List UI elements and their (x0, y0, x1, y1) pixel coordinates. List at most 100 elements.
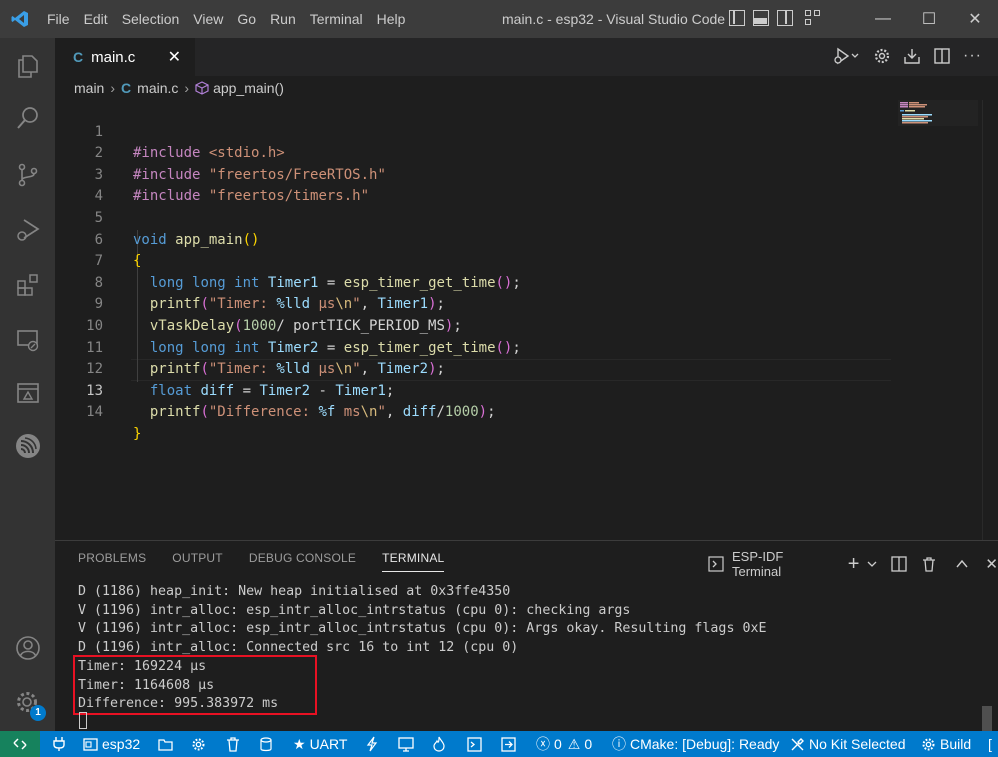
menu-selection[interactable]: Selection (115, 0, 187, 38)
code-line[interactable]: 4 (55, 165, 998, 204)
menu-help[interactable]: Help (370, 0, 413, 38)
flash-download-icon[interactable] (903, 47, 921, 65)
chevron-down-icon[interactable] (867, 559, 877, 569)
code-editor[interactable]: 1 #include <stdio.h> 2 #include "freerto… (55, 100, 998, 540)
monitor-icon[interactable] (398, 731, 414, 757)
code-line[interactable]: 9 vTaskDelay(1000/ portTICK_PERIOD_MS); (55, 273, 998, 334)
breadcrumb-symbol[interactable]: app_main() (213, 80, 284, 96)
search-icon[interactable] (0, 90, 55, 145)
extensions-icon[interactable] (0, 257, 55, 312)
line-number: 14 (86, 404, 103, 421)
database-icon[interactable] (260, 731, 272, 757)
code-line-active[interactable]: 13 printf("Difference: %f ms\n", diff/10… (55, 359, 998, 421)
status-bar: esp32 ★ UART ⓧ 0 ⚠ 0 ⓘ CMake: [Debug]: R… (0, 731, 998, 757)
code-token: } (133, 425, 142, 442)
code-line[interactable]: 5 void app_main() (55, 186, 998, 248)
terminal-line: V (1196) intr_alloc: esp_intr_alloc_intr… (78, 602, 631, 618)
espressif-icon[interactable] (0, 418, 55, 473)
trash-icon[interactable] (921, 556, 937, 572)
source-control-icon[interactable] (0, 147, 55, 202)
star-icon: ★ (293, 735, 306, 752)
explorer-icon[interactable] (0, 38, 55, 93)
project-selector[interactable]: esp32 (83, 731, 140, 757)
title-bar: File Edit Selection View Go Run Terminal… (0, 0, 998, 38)
run-debug-dropdown-icon[interactable] (833, 46, 861, 66)
settings-gear-icon[interactable] (873, 47, 891, 65)
menu-bar: File Edit Selection View Go Run Terminal… (40, 0, 412, 38)
maximize-panel-icon[interactable] (955, 557, 969, 571)
chevron-right-icon: › (110, 80, 116, 96)
tab-terminal[interactable]: TERMINAL (382, 551, 445, 572)
tools-icon (790, 737, 805, 752)
sdk-config-gear-icon[interactable] (191, 731, 206, 757)
activity-bar: 1 (0, 38, 55, 731)
plug-icon[interactable] (52, 731, 66, 757)
window-controls: — ☐ ✕ (860, 0, 998, 38)
code-line[interactable]: 6 { (55, 208, 998, 270)
window-title: main.c - esp32 - Visual Studio Code (502, 11, 726, 27)
tab-debug-console[interactable]: DEBUG CONSOLE (249, 551, 356, 572)
menu-file[interactable]: File (40, 0, 77, 38)
problems-indicator[interactable]: ⓧ 0 ⚠ 0 (536, 731, 592, 757)
flash-lightning-icon[interactable] (366, 731, 378, 757)
notification-badge: 1 (30, 705, 46, 721)
code-line[interactable]: 10 long long int Timer2 = esp_timer_get_… (55, 294, 998, 356)
bottom-panel: PROBLEMS OUTPUT DEBUG CONSOLE TERMINAL E… (55, 540, 998, 731)
full-clean-trash-icon[interactable] (226, 731, 240, 757)
terminal-line: D (1186) heap_init: New heap initialised… (78, 584, 511, 599)
editor-actions: ··· (833, 46, 982, 66)
toggle-secondary-sidebar-icon[interactable] (777, 10, 793, 26)
menu-run[interactable]: Run (263, 0, 303, 38)
terminal-scrollbar[interactable] (982, 706, 992, 731)
build-button[interactable]: Build (921, 731, 971, 757)
manage-gear-icon[interactable]: 1 (0, 675, 55, 730)
code-line[interactable]: 3 #include "freertos/timers.h" (55, 143, 998, 205)
customize-layout-icon[interactable] (805, 10, 821, 26)
tab-close-button[interactable]: ✕ (168, 47, 181, 67)
code-line[interactable]: 2 #include "freertos/FreeRTOS.h" (55, 122, 998, 183)
editor-scrollbar[interactable] (982, 100, 996, 540)
code-line[interactable]: 14 } (55, 381, 998, 442)
split-editor-icon[interactable] (933, 47, 951, 65)
minimize-button[interactable]: — (860, 0, 906, 38)
close-panel-icon[interactable]: ✕ (985, 555, 998, 573)
remote-explorer-icon[interactable] (0, 312, 55, 367)
tab-problems[interactable]: PROBLEMS (78, 551, 146, 572)
split-terminal-icon[interactable] (891, 556, 908, 572)
code-line[interactable]: 8 printf("Timer: %lld µs\n", Timer1); (55, 251, 998, 313)
close-window-button[interactable]: ✕ (952, 0, 998, 38)
menu-terminal[interactable]: Terminal (303, 0, 370, 38)
tab-output[interactable]: OUTPUT (172, 551, 223, 572)
build-flash-monitor-flame-icon[interactable] (433, 731, 445, 757)
menu-edit[interactable]: Edit (77, 0, 115, 38)
toggle-panel-icon[interactable] (753, 10, 769, 26)
remote-indicator-icon[interactable] (0, 731, 40, 757)
terminal-prompt-icon[interactable] (467, 731, 482, 757)
breadcrumb-folder[interactable]: main (74, 80, 104, 96)
code-line[interactable]: 1 #include <stdio.h> (55, 100, 998, 162)
error-icon: ⓧ (536, 736, 550, 752)
toggle-primary-sidebar-icon[interactable] (729, 10, 745, 26)
code-line[interactable]: 11 printf("Timer: %lld µs\n", Timer2); (55, 316, 998, 378)
result-highlight-box (73, 655, 317, 715)
open-terminal-arrow-icon[interactable] (501, 731, 516, 757)
menu-view[interactable]: View (186, 0, 230, 38)
explorer-folder-icon[interactable] (158, 731, 173, 757)
more-actions-icon[interactable]: ··· (963, 47, 982, 65)
kit-label: No Kit Selected (809, 736, 906, 752)
minimap[interactable] (898, 100, 978, 126)
code-line[interactable]: 12 float diff = Timer2 - Timer1; (55, 338, 998, 399)
menu-go[interactable]: Go (230, 0, 263, 38)
esp-idf-explorer-icon[interactable] (0, 365, 55, 420)
kit-selector[interactable]: No Kit Selected (790, 731, 906, 757)
cmake-status[interactable]: ⓘ CMake: [Debug]: Ready (612, 731, 779, 757)
new-terminal-plus-icon[interactable]: + (848, 554, 860, 574)
flash-method-selector[interactable]: ★ UART (293, 731, 347, 757)
terminal-name[interactable]: ESP-IDF Terminal (732, 549, 834, 579)
run-debug-icon[interactable] (0, 202, 55, 257)
accounts-icon[interactable] (0, 620, 55, 675)
breadcrumb-file[interactable]: main.c (137, 80, 178, 96)
tab-main-c[interactable]: C main.c ✕ (55, 38, 195, 76)
maximize-button[interactable]: ☐ (906, 0, 952, 38)
code-line[interactable]: 7 long long int Timer1 = esp_timer_get_t… (55, 230, 998, 291)
